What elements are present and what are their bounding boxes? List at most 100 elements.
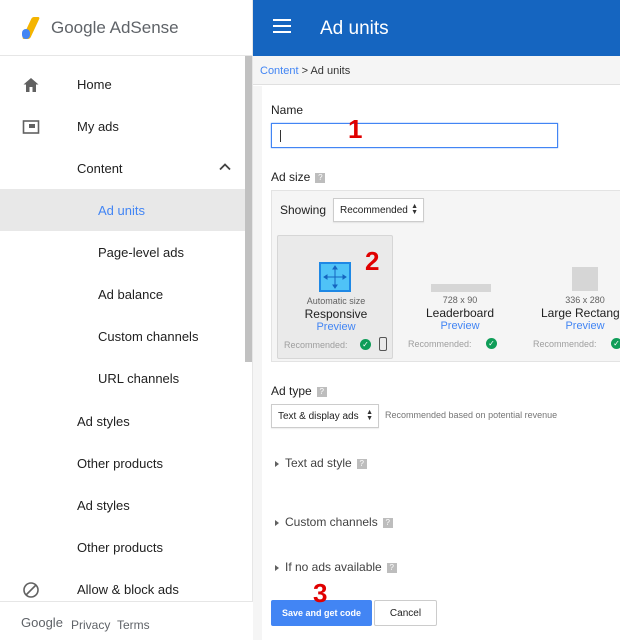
- sidebar-item-label: Ad styles: [77, 497, 130, 513]
- large-rectangle-preview-graphic: [572, 267, 598, 291]
- custom-channels-toggle[interactable]: Custom channels?: [275, 515, 393, 529]
- my-ads-icon: [22, 120, 40, 134]
- sidebar-item-ad-units[interactable]: Ad units: [0, 189, 245, 231]
- sidebar-item-label: Other products: [77, 539, 163, 555]
- sidebar-item-label: URL channels: [98, 370, 180, 386]
- adsense-logo-icon: [21, 17, 44, 39]
- ad-type-note: Recommended based on potential revenue: [385, 410, 558, 420]
- sidebar-item-label: Content: [77, 160, 123, 176]
- preview-link[interactable]: Preview: [527, 320, 620, 332]
- name-input[interactable]: [271, 123, 558, 148]
- home-icon: [23, 78, 39, 92]
- if-no-ads-label: If no ads available: [285, 560, 382, 574]
- ad-size-heading: Ad size?: [271, 170, 326, 184]
- preview-link[interactable]: Preview: [278, 321, 394, 333]
- sidebar-item-label: My ads: [77, 118, 119, 134]
- ad-size-name: Leaderboard: [425, 306, 495, 320]
- sidebar-item-custom-channels[interactable]: Custom channels: [0, 315, 245, 357]
- expand-icon: [275, 460, 279, 467]
- chevron-up-icon[interactable]: [218, 160, 232, 174]
- breadcrumb-content-link[interactable]: Content: [260, 65, 299, 77]
- sidebar-item-label: Ad balance: [98, 286, 164, 302]
- logo-google-text: Google: [51, 18, 106, 37]
- breadcrumb-current: Ad units: [310, 65, 351, 77]
- select-arrows-icon: ▲ ▼: [411, 203, 418, 216]
- sidebar-footer: Google Privacy Terms: [0, 601, 253, 640]
- showing-label: Showing: [280, 203, 327, 217]
- sidebar-item-label: Ad styles: [77, 413, 130, 429]
- sidebar-item-label: Allow & block ads: [77, 581, 179, 597]
- sidebar-item-other-products[interactable]: Other products: [0, 442, 245, 484]
- privacy-link[interactable]: Privacy: [71, 618, 110, 632]
- expand-icon: [275, 519, 279, 526]
- ad-size-card-leaderboard[interactable]: 728 x 90 Leaderboard Preview Recommended…: [402, 235, 518, 359]
- showing-select-value: Recommended: [340, 205, 408, 216]
- cancel-button[interactable]: Cancel: [374, 600, 437, 626]
- text-caret: [280, 130, 281, 142]
- ad-size-dimension: 728 x 90: [442, 295, 478, 305]
- annotation-step-3: 3: [313, 578, 328, 608]
- sidebar-scrollbar[interactable]: [245, 56, 252, 362]
- app-header: Ad units: [253, 0, 620, 56]
- sidebar-item-my-ads[interactable]: My ads: [0, 105, 245, 147]
- ad-unit-form: Name Ad size? Showing Recommended ▲ ▼ Au…: [262, 86, 620, 640]
- mobile-icon: [379, 337, 387, 351]
- recommended-label: Recommended:: [408, 339, 472, 349]
- sidebar-item-label: Home: [77, 76, 112, 92]
- help-icon[interactable]: ?: [382, 517, 393, 528]
- check-icon: ✓: [486, 338, 497, 349]
- text-ad-style-label: Text ad style: [285, 456, 352, 470]
- sidebar-item-ad-styles-2[interactable]: Ad styles: [0, 484, 245, 526]
- recommended-label: Recommended:: [533, 339, 597, 349]
- sidebar-item-label: Custom channels: [98, 328, 199, 344]
- sidebar-item-page-level-ads[interactable]: Page-level ads: [0, 231, 245, 273]
- custom-channels-label: Custom channels: [285, 515, 378, 529]
- sidebar-item-other-products-2[interactable]: Other products: [0, 526, 245, 568]
- sidebar-item-label: Other products: [77, 455, 163, 471]
- annotation-step-2: 2: [365, 246, 380, 276]
- check-icon: ✓: [360, 339, 371, 350]
- text-ad-style-toggle[interactable]: Text ad style?: [275, 456, 367, 470]
- ad-size-name: Large Rectangle: [540, 306, 620, 320]
- adsense-logo[interactable]: Google AdSense: [21, 15, 179, 41]
- sidebar: Google AdSense Home My ads Content Ad un…: [0, 0, 253, 640]
- if-no-ads-toggle[interactable]: If no ads available?: [275, 560, 397, 574]
- recommended-label: Recommended:: [284, 340, 348, 350]
- showing-select[interactable]: Recommended ▲ ▼: [333, 198, 424, 222]
- breadcrumb: Content > Ad units: [253, 56, 620, 85]
- ad-size-dimension: 336 x 280: [565, 295, 605, 305]
- sidebar-divider: [0, 55, 253, 56]
- sidebar-item-ad-balance[interactable]: Ad balance: [0, 273, 245, 315]
- responsive-ad-icon: [319, 262, 351, 292]
- main-content: Name Ad size? Showing Recommended ▲ ▼ Au…: [253, 86, 620, 640]
- sidebar-item-ad-styles[interactable]: Ad styles: [0, 400, 245, 442]
- menu-icon[interactable]: [273, 19, 291, 35]
- ad-type-select-value: Text & display ads: [278, 411, 359, 422]
- sidebar-item-url-channels[interactable]: URL channels: [0, 357, 245, 399]
- preview-link[interactable]: Preview: [402, 320, 518, 332]
- ad-size-dimension: Automatic size: [306, 296, 366, 306]
- ad-type-label: Ad type: [271, 384, 312, 398]
- sidebar-item-content[interactable]: Content: [0, 147, 245, 189]
- block-icon: [23, 582, 39, 598]
- ad-size-card-large-rectangle[interactable]: 336 x 280 Large Rectangle Preview Recomm…: [527, 235, 620, 359]
- ad-size-panel: Showing Recommended ▲ ▼ Automatic size Re…: [271, 190, 620, 362]
- select-arrows-icon: ▲ ▼: [366, 409, 373, 422]
- help-icon[interactable]: ?: [316, 386, 327, 397]
- help-icon[interactable]: ?: [356, 458, 367, 469]
- logo-product-text: AdSense: [109, 18, 179, 37]
- help-icon[interactable]: ?: [315, 172, 326, 183]
- adsense-app: Google AdSense Home My ads Content Ad un…: [0, 0, 620, 640]
- annotation-step-1: 1: [348, 114, 363, 144]
- terms-link[interactable]: Terms: [117, 618, 150, 632]
- breadcrumb-separator: >: [298, 65, 311, 77]
- leaderboard-preview-graphic: [431, 284, 491, 292]
- expand-icon: [275, 564, 279, 571]
- page-title: Ad units: [320, 18, 389, 39]
- sidebar-item-home[interactable]: Home: [0, 63, 245, 105]
- help-icon[interactable]: ?: [386, 562, 397, 573]
- sidebar-item-label: Page-level ads: [98, 244, 184, 260]
- sidebar-item-label: Ad units: [98, 202, 145, 218]
- ad-type-select[interactable]: Text & display ads ▲ ▼: [271, 404, 379, 428]
- ad-type-heading: Ad type?: [271, 384, 327, 398]
